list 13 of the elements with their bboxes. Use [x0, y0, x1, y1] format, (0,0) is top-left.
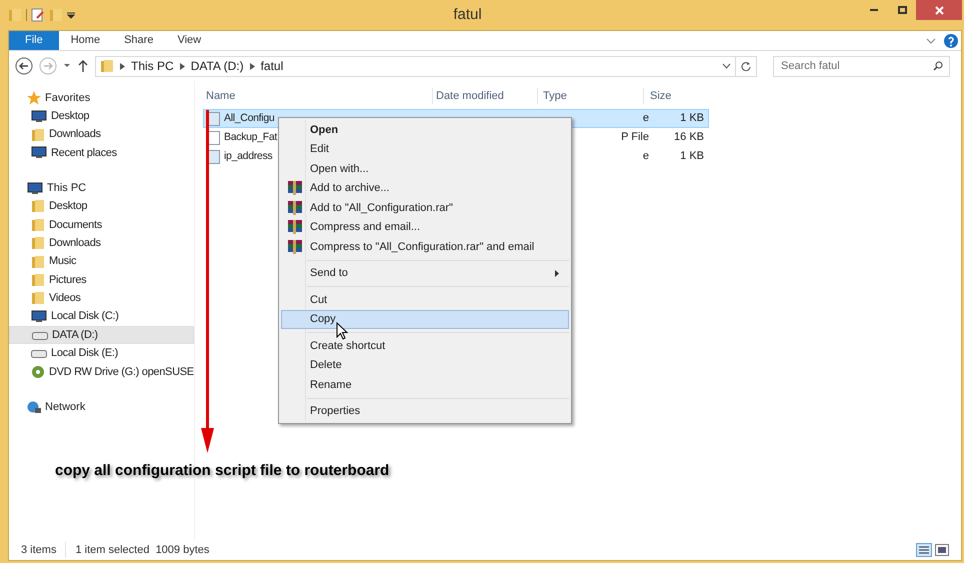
file-size: 16 KB	[674, 130, 704, 146]
item-count: 3 items	[21, 542, 66, 558]
annotation-caption: copy all configuration script file to routerboard	[55, 461, 390, 481]
file-size: 1 KB	[680, 111, 704, 126]
file-name: ip_address	[224, 148, 272, 164]
file-name: Backup_Fat	[224, 130, 278, 145]
file-type: P File	[621, 130, 649, 146]
window-title: fatul	[453, 4, 482, 25]
selection-info: 1 item selected 1009 bytes	[74, 542, 210, 558]
file-name: All_Configu	[224, 110, 274, 126]
file-type: e	[642, 149, 649, 164]
file-type: e	[642, 111, 649, 126]
file-size: 1 KB	[680, 149, 704, 164]
